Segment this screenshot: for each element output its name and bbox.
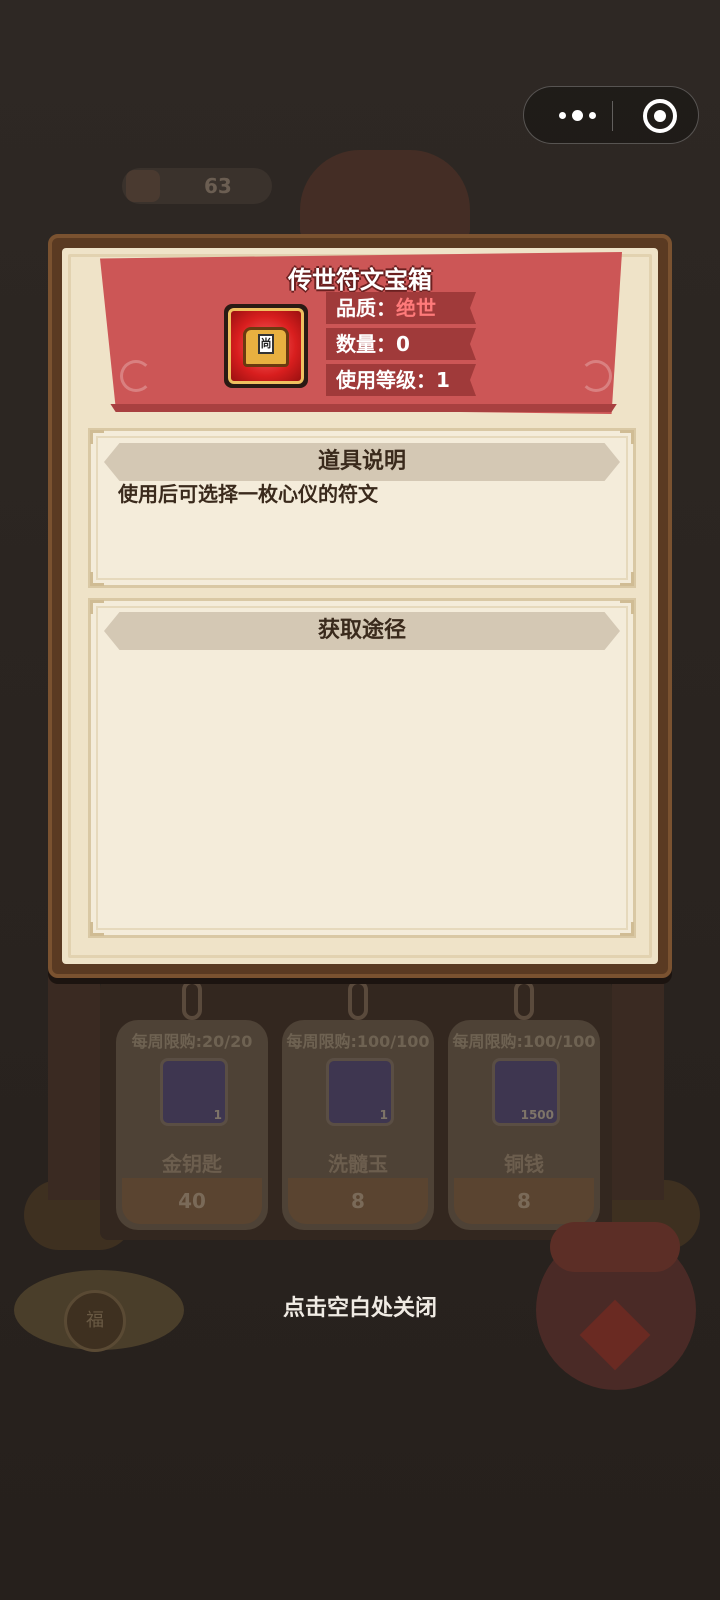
- shop-pillar-right: [612, 960, 664, 1200]
- item-quality: 品质：绝世: [326, 292, 476, 324]
- jade-icon: 1: [326, 1058, 394, 1126]
- capsule-divider: [612, 101, 613, 131]
- purchase-limit: 每周限购:100/100: [286, 1032, 430, 1051]
- shop-card: 每周限购:20/20 1 金钥匙 40: [116, 980, 268, 1230]
- shop-item-name: 铜钱: [504, 1152, 544, 1176]
- shop-item-price: 40: [122, 1178, 262, 1224]
- jar-lid: [550, 1222, 680, 1272]
- gold-key-icon: 1: [160, 1058, 228, 1126]
- shop-item-price: 8: [454, 1178, 594, 1224]
- shop-item-name: 金钥匙: [162, 1152, 222, 1176]
- item-use-level: 使用等级：1: [326, 364, 476, 396]
- quality-value: 绝世: [396, 296, 436, 320]
- hang-hook-icon: [348, 980, 368, 1020]
- shop-awning: [300, 150, 470, 240]
- shop-item-price: 8: [288, 1178, 428, 1224]
- corner-ornament: [620, 572, 634, 586]
- cloud-swirl-icon: [580, 360, 612, 392]
- shop-card: 每周限购:100/100 1500 铜钱 8: [448, 980, 600, 1230]
- item-icon-frame: 尚: [224, 304, 308, 388]
- item-title: 传世符文宝箱: [288, 266, 432, 294]
- description-text: 使用后可选择一枚心仪的符文: [118, 482, 378, 506]
- corner-ornament: [90, 430, 104, 444]
- more-dots-icon[interactable]: [542, 87, 612, 143]
- shop-card: 每周限购:100/100 1 洗髓玉 8: [282, 980, 434, 1230]
- acquire-header: 获取途径: [104, 612, 620, 650]
- hang-hook-icon: [182, 980, 202, 1020]
- corner-ornament: [620, 922, 634, 936]
- purchase-limit: 每周限购:100/100: [452, 1032, 596, 1051]
- mini-program-capsule: [523, 86, 699, 144]
- shop-pillar-left: [48, 960, 100, 1200]
- item-count: 1500: [520, 1108, 554, 1122]
- rune-treasure-chest-icon: 尚: [228, 308, 304, 384]
- quality-label: 品质：: [336, 296, 396, 320]
- item-count: 1: [213, 1108, 222, 1122]
- corner-ornament: [620, 430, 634, 444]
- chest-body: 尚: [243, 327, 289, 367]
- corner-ornament: [90, 922, 104, 936]
- ribbon-edge: [110, 404, 617, 412]
- currency-value: 63: [204, 174, 232, 198]
- cloud-swirl-icon: [120, 360, 152, 392]
- target-circle-icon[interactable]: [643, 99, 677, 133]
- corner-ornament: [620, 600, 634, 614]
- shop-item-name: 洗髓玉: [328, 1152, 388, 1176]
- close-hint[interactable]: 点击空白处关闭: [0, 1290, 720, 1322]
- purchase-limit: 每周限购:20/20: [131, 1032, 253, 1051]
- copper-coin-icon: 1500: [492, 1058, 560, 1126]
- chest-rune-plate: 尚: [258, 334, 274, 354]
- item-quantity: 数量：0: [326, 328, 476, 360]
- corner-ornament: [90, 600, 104, 614]
- hang-hook-icon: [514, 980, 534, 1020]
- currency-icon: [126, 170, 160, 202]
- description-header: 道具说明: [104, 443, 620, 481]
- corner-ornament: [90, 572, 104, 586]
- item-count: 1: [379, 1108, 388, 1122]
